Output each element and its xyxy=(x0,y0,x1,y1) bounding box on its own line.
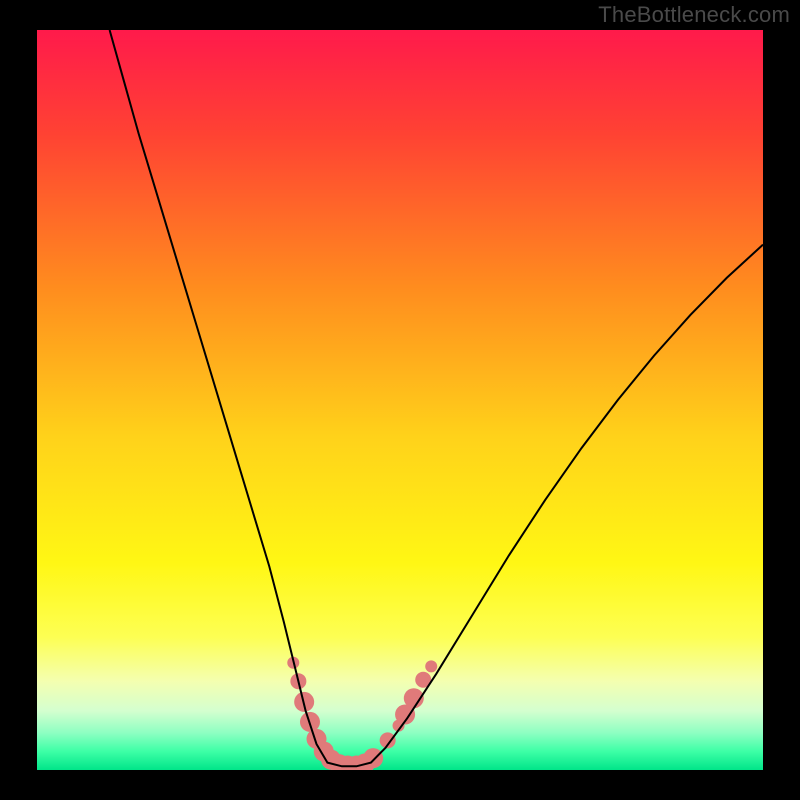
highlight-marker xyxy=(425,660,437,672)
plot-background xyxy=(37,30,763,770)
highlight-marker xyxy=(363,748,383,768)
watermark-label: TheBottleneck.com xyxy=(598,2,790,28)
chart-frame: TheBottleneck.com xyxy=(0,0,800,800)
bottleneck-chart xyxy=(0,0,800,800)
